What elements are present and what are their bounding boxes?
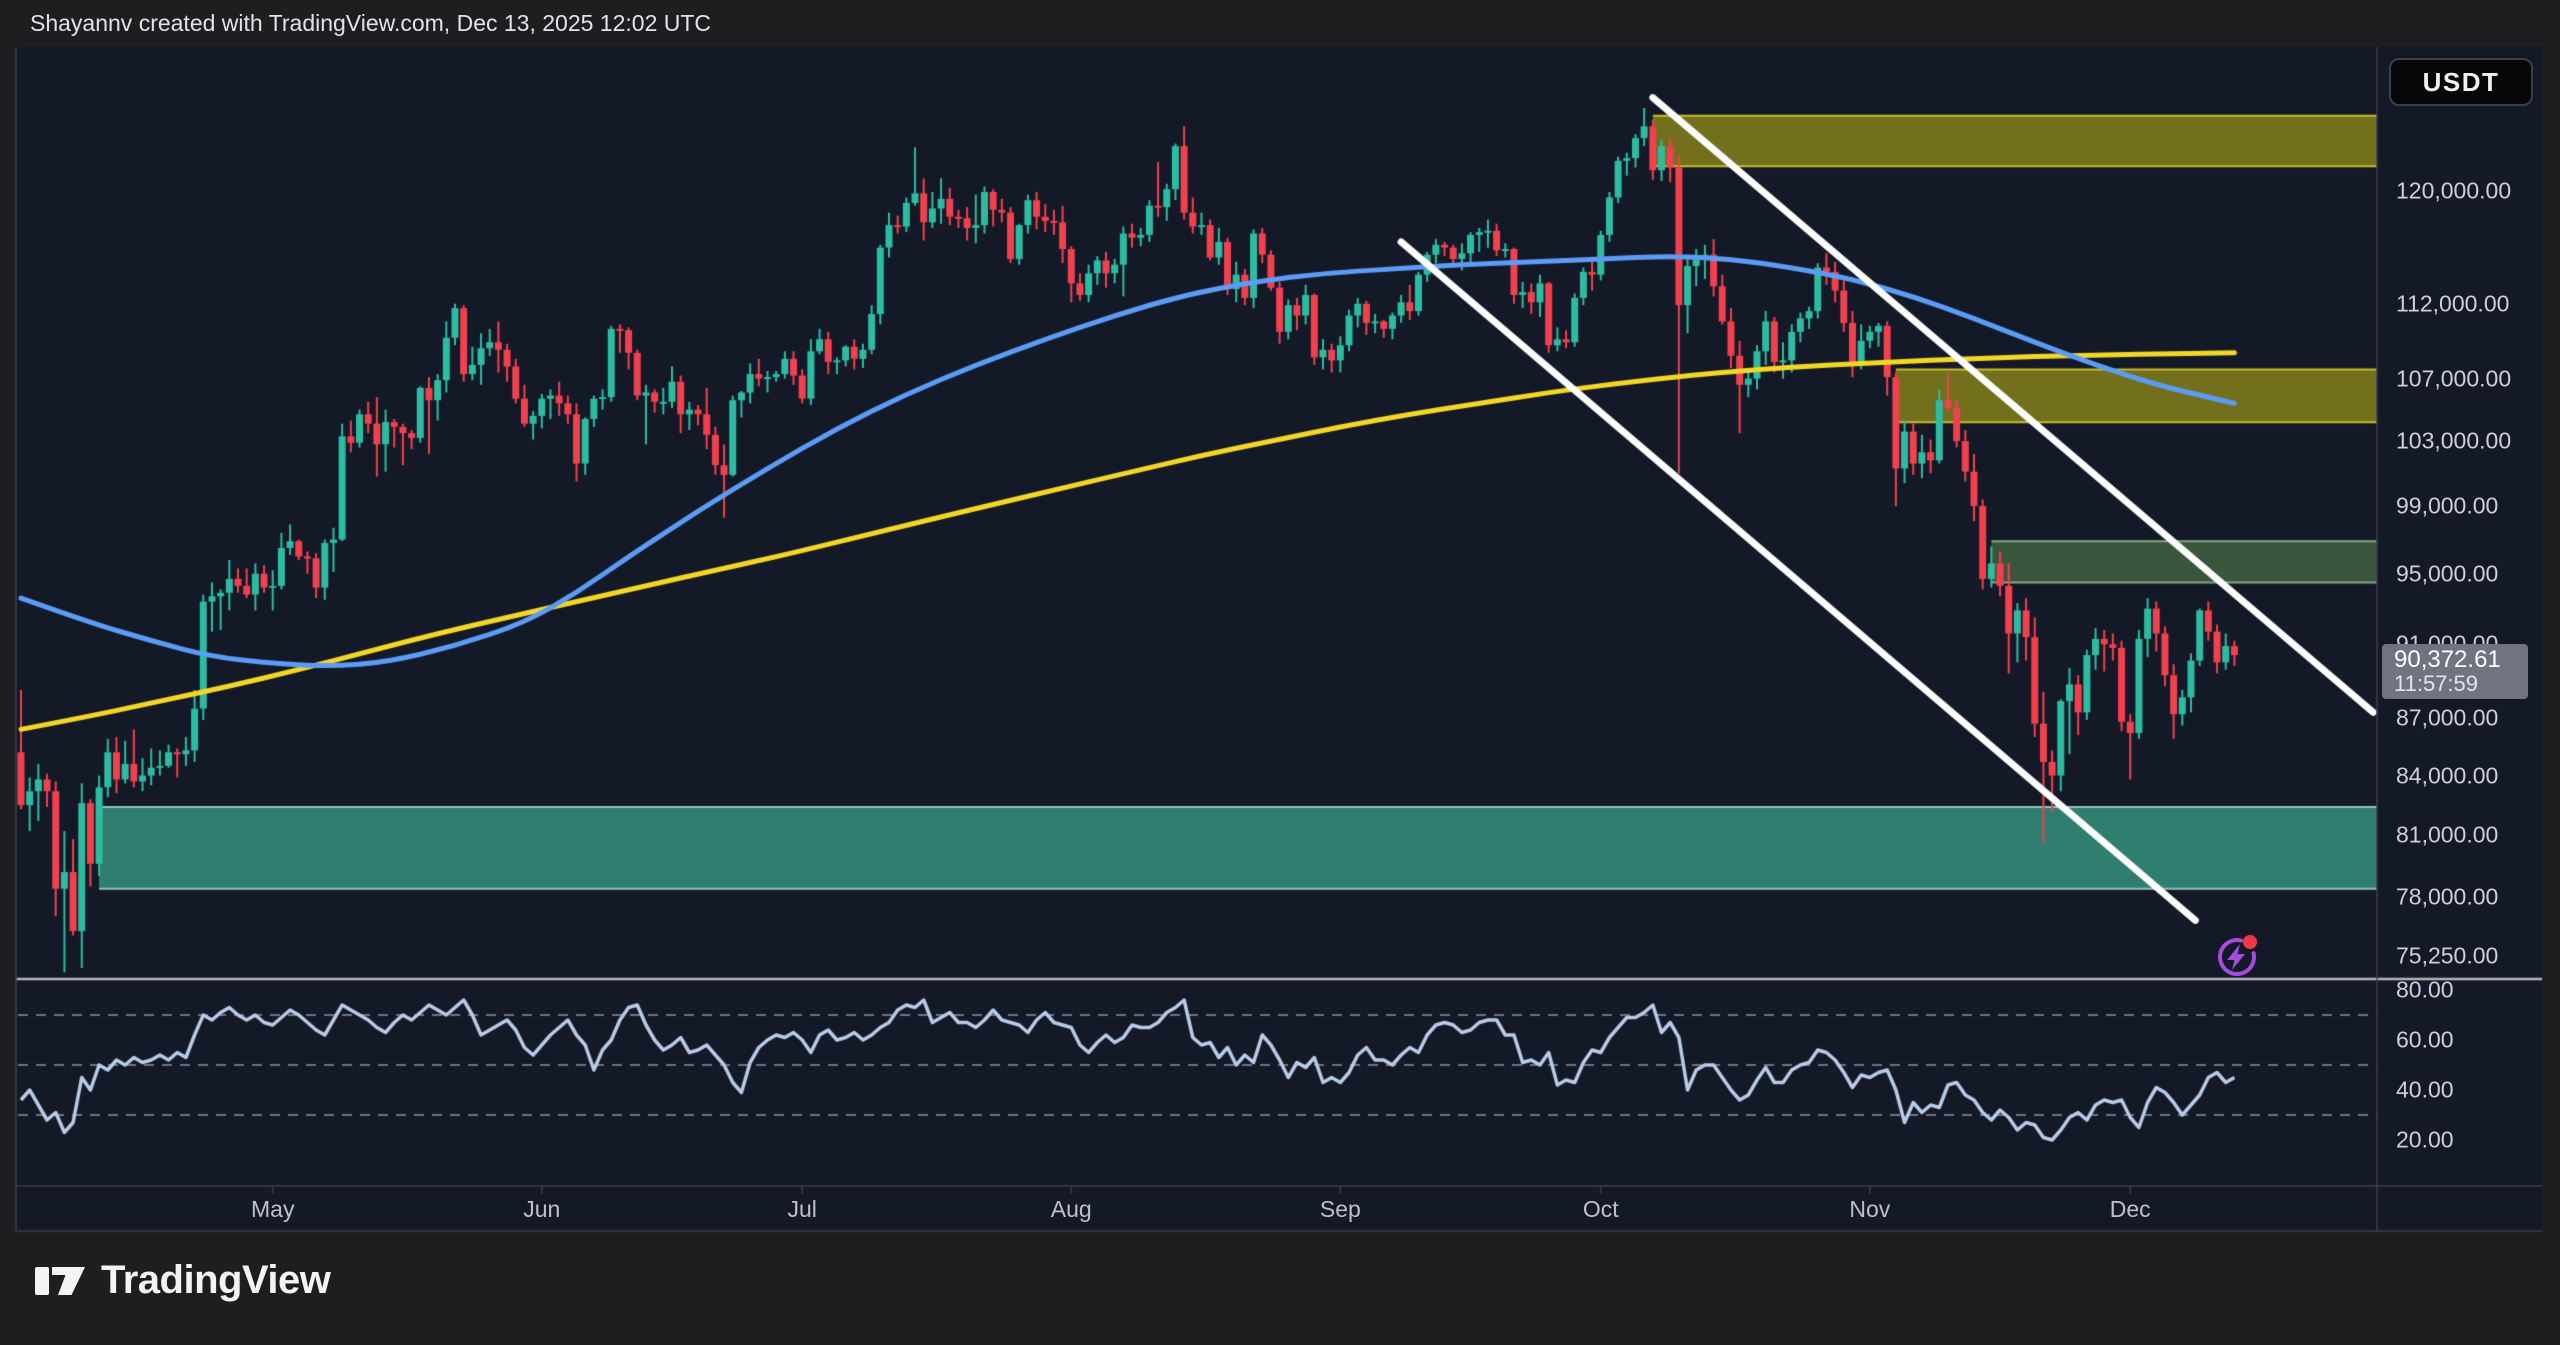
time-axis-month-label: Dec [2110,1196,2151,1223]
rsi-axis-label: 40.00 [2396,1077,2454,1104]
price-axis-label: 81,000.00 [2396,822,2498,849]
time-axis-month-label: Oct [1583,1196,1619,1223]
candle-countdown-timer: 11:57:59 [2394,672,2528,695]
price-axis-label: 84,000.00 [2396,762,2498,789]
lightning-bolt-icon [2227,944,2245,970]
time-axis-month-label: Sep [1320,1196,1361,1223]
notification-dot [2243,935,2257,949]
rsi-axis-label: 80.00 [2396,977,2454,1004]
price-axis-label: 75,250.00 [2396,942,2498,969]
attribution-text: Shayannv created with TradingView.com, D… [30,10,711,37]
price-axis-label: 78,000.00 [2396,884,2498,911]
price-axis-label: 87,000.00 [2396,704,2498,731]
time-axis-month-label: Nov [1849,1196,1890,1223]
last-price-badge: 90,372.61 11:57:59 [2382,644,2528,699]
time-axis-month-label: Jul [787,1196,816,1223]
boost-icon[interactable] [2211,929,2265,983]
tradingview-logo-icon [34,1259,86,1303]
tradingview-logo-text: TradingView [101,1258,330,1303]
rsi-axis-label: 20.00 [2396,1127,2454,1154]
tradingview-logo: TradingView [34,1258,330,1303]
price-axis-label: 112,000.00 [2396,290,2509,317]
time-axis-month-label: Aug [1051,1196,1092,1223]
price-chart-canvas[interactable] [0,0,2560,1345]
currency-button[interactable]: USDT [2389,58,2533,106]
time-axis-month-label: Jun [523,1196,560,1223]
last-price-value: 90,372.61 [2394,647,2528,672]
rsi-axis-label: 60.00 [2396,1027,2454,1054]
price-axis-label: 120,000.00 [2396,177,2511,204]
price-axis-label: 103,000.00 [2396,428,2511,455]
price-axis-label: 99,000.00 [2396,493,2498,520]
price-axis-label: 107,000.00 [2396,365,2511,392]
time-axis-month-label: May [251,1196,294,1223]
price-axis-label: 95,000.00 [2396,560,2498,587]
